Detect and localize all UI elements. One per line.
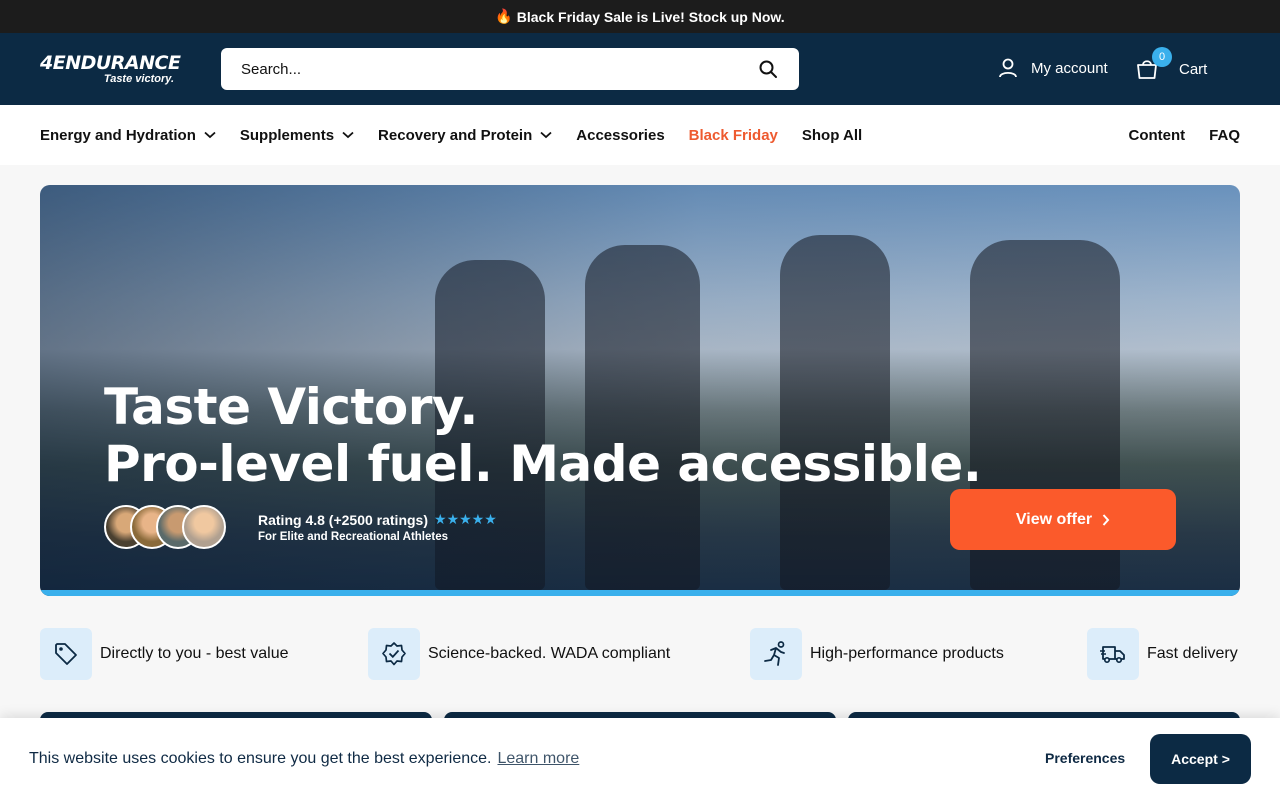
feature-label: Directly to you - best value [100,645,289,662]
logo-wordmark: 4ENDURANCE [40,52,181,74]
announcement-bar: 🔥 Black Friday Sale is Live! Stock up No… [0,0,1280,33]
cart-label: Cart [1179,60,1208,78]
nav-item-supplements[interactable]: Supplements [240,127,354,144]
nav-label: Supplements [239,126,335,144]
user-icon [999,58,1017,78]
feature-item: Fast delivery [1087,628,1238,680]
rating-block: Rating 4.8 (+2500 ratings) ★★★★★ For Eli… [104,505,497,549]
price-tag-icon [40,628,92,680]
site-header: 4ENDURANCE Taste victory. My account 0 C… [0,33,1280,105]
nav-item-shop-all[interactable]: Shop All [802,127,862,144]
feature-label: High-performance products [810,645,1004,662]
feature-label: Fast delivery [1147,645,1238,662]
main-nav: Energy and Hydration Supplements Recover… [0,105,1280,165]
nav-label: Accessories [576,126,665,144]
feature-item: Directly to you - best value [40,628,289,680]
hero-title: Taste Victory. Pro-level fuel. Made acce… [104,378,982,493]
rating-text: Rating 4.8 (+2500 ratings) [258,511,429,528]
logo-tagline: Taste victory. [103,73,174,85]
learn-more-link[interactable]: Learn more [497,750,579,768]
feature-strip: Directly to you - best value Science-bac… [40,628,1240,680]
account-link[interactable]: My account [997,57,1108,79]
account-label: My account [1031,59,1108,77]
delivery-truck-icon [1087,628,1139,680]
avatar [182,505,226,549]
accept-button[interactable]: Accept > [1150,734,1251,784]
nav-item-recovery-protein[interactable]: Recovery and Protein [378,127,552,144]
hero-title-line-2: Pro-level fuel. Made accessible. [104,435,982,493]
announcement-text: Black Friday Sale is Live! Stock up Now. [516,8,785,25]
hero-title-line-1: Taste Victory. [104,378,478,436]
nav-item-energy-hydration[interactable]: Energy and Hydration [40,127,216,144]
chevron-right-icon [1102,513,1110,526]
feature-item: Science-backed. WADA compliant [368,628,670,680]
nav-label: Energy and Hydration [40,126,196,144]
nav-item-black-friday[interactable]: Black Friday [689,127,778,144]
logo[interactable]: 4ENDURANCE Taste victory. [40,52,181,85]
view-offer-button[interactable]: View offer [950,489,1176,550]
feature-item: High-performance products [750,628,1004,680]
nav-label: Shop All [801,126,863,144]
nav-item-accessories[interactable]: Accessories [576,127,664,144]
nav-label: Recovery and Protein [378,126,533,144]
nav-item-content[interactable]: Content [1129,127,1186,144]
chevron-down-icon [540,131,552,139]
verified-badge-icon [368,628,420,680]
search-bar [221,48,799,90]
star-rating-icon: ★★★★★ [434,511,497,527]
feature-label: Science-backed. WADA compliant [428,645,671,662]
preferences-button[interactable]: Preferences [1045,750,1125,766]
fire-icon: 🔥 [495,8,513,24]
cart-count-badge: 0 [1152,47,1172,67]
hero-accent-bar [40,590,1240,596]
chevron-down-icon [204,131,216,139]
search-icon[interactable] [757,58,779,80]
cta-label: View offer [1015,510,1093,528]
chevron-down-icon [342,131,354,139]
search-input[interactable] [241,60,757,78]
runner-icon [750,628,802,680]
nav-item-faq[interactable]: FAQ [1209,127,1240,144]
cart-link[interactable]: 0 Cart [1135,47,1208,81]
rating-subtitle: For Elite and Recreational Athletes [258,531,449,543]
cookie-message: This website uses cookies to ensure you … [29,750,492,767]
hero-banner: Taste Victory. Pro-level fuel. Made acce… [40,185,1240,596]
nav-label: Black Friday [688,126,778,144]
athlete-avatars [104,505,226,549]
cookie-banner: This website uses cookies to ensure you … [0,718,1280,800]
